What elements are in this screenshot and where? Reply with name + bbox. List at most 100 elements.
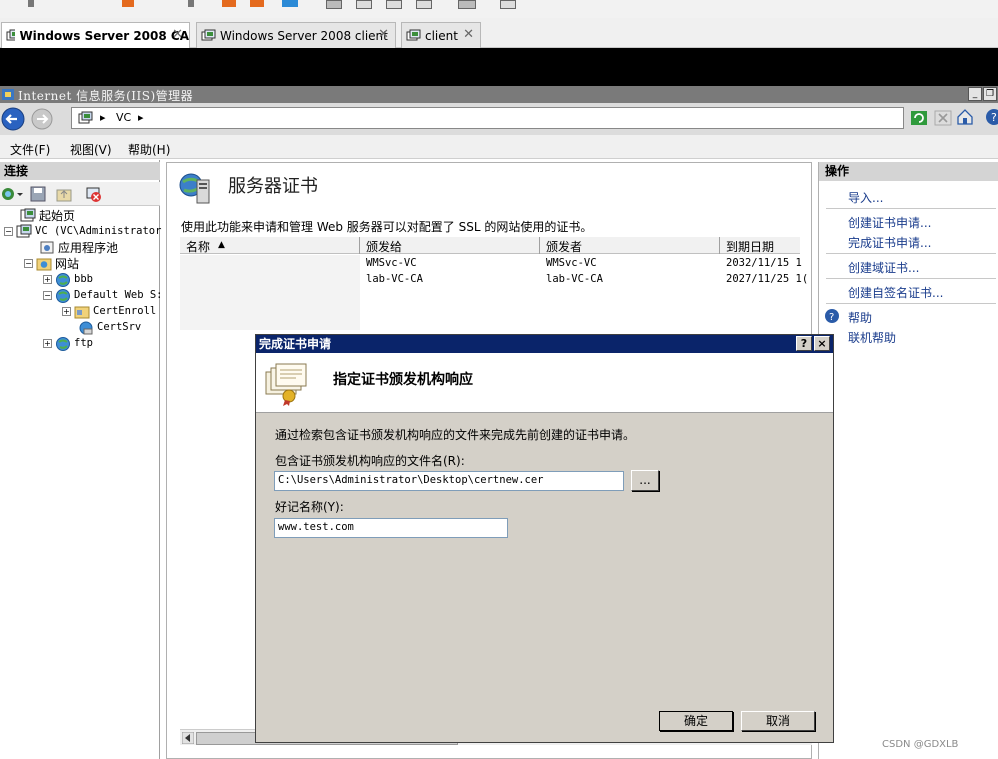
ok-button[interactable]: 确定: [659, 711, 733, 731]
host-pause-icon[interactable]: [122, 0, 134, 7]
breadcrumb-arrow-icon[interactable]: ▸: [138, 111, 144, 124]
iis-window-titlebar[interactable]: Internet 信息服务(IIS)管理器 _ ❐: [0, 86, 998, 103]
cancel-button[interactable]: 取消: [741, 711, 815, 731]
column-divider[interactable]: [719, 237, 720, 254]
action-help[interactable]: 帮助: [848, 309, 872, 326]
dialog-titlebar[interactable]: 完成证书申请: [256, 335, 833, 353]
host-fullscreen-icon[interactable]: [458, 0, 476, 9]
menu-help[interactable]: 帮助(H): [128, 141, 170, 158]
tree-label: CertEnroll: [93, 305, 157, 317]
vm-tab-label: Windows Server 2008 CA: [19, 29, 189, 43]
address-bar[interactable]: ▸ VC ▸: [71, 107, 904, 129]
sort-ascending-icon: ▲: [218, 240, 225, 250]
server-certificate-icon: [179, 173, 210, 204]
host-revert-icon[interactable]: [250, 0, 264, 7]
watermark: CSDN @GDXLB: [882, 739, 959, 750]
menu-file[interactable]: 文件(F): [10, 141, 50, 158]
vm-icon: [6, 29, 16, 41]
back-icon[interactable]: [0, 106, 26, 132]
tree-item-certsrv[interactable]: CertSrv: [78, 319, 141, 335]
tree-label: VC (VC\Administrator: [35, 225, 162, 237]
column-header-issued-to[interactable]: 颁发给: [366, 238, 402, 255]
help-icon[interactable]: ?: [824, 308, 840, 324]
host-snapshot-icon[interactable]: [222, 0, 236, 7]
refresh-icon[interactable]: [910, 109, 928, 127]
host-tool-icon[interactable]: [28, 0, 34, 7]
vm-tab-client-2008[interactable]: Windows Server 2008 client ✕: [196, 22, 396, 48]
website-globe-icon: [56, 336, 70, 351]
dialog-close-button[interactable]: ×: [814, 336, 830, 351]
tree-item-app-pools[interactable]: 应用程序池: [39, 239, 118, 255]
expand-icon[interactable]: +: [43, 338, 52, 348]
svg-text:?: ?: [991, 111, 997, 124]
collapse-icon[interactable]: −: [24, 258, 33, 268]
up-level-icon[interactable]: [56, 186, 72, 202]
host-console-icon[interactable]: [500, 0, 516, 9]
forward-icon[interactable]: [29, 107, 55, 131]
close-icon[interactable]: ✕: [172, 27, 183, 42]
grid-name-column: [180, 255, 360, 330]
restore-button[interactable]: ❐: [983, 87, 997, 101]
host-view-icon[interactable]: [326, 0, 342, 9]
host-manage-icon[interactable]: [282, 0, 298, 7]
app-pool-icon: [40, 241, 54, 253]
menu-view[interactable]: 视图(V): [70, 141, 112, 158]
tree-item-default-web-site[interactable]: − Default Web S:: [43, 287, 163, 303]
table-row[interactable]: lab-VC-CA lab-VC-CA 2027/11/25 1(: [360, 271, 808, 288]
expand-icon[interactable]: +: [62, 306, 71, 316]
stop-icon[interactable]: [934, 109, 952, 127]
cell-expiry: 2032/11/15 1: [726, 257, 802, 269]
vm-tab-ca[interactable]: Windows Server 2008 CA ✕: [1, 22, 190, 49]
help-icon[interactable]: ?: [984, 108, 998, 126]
browse-button[interactable]: ...: [631, 470, 659, 491]
action-create-certificate-request[interactable]: 创建证书申请...: [848, 214, 931, 231]
tree-label: CertSrv: [97, 321, 142, 333]
disconnect-icon[interactable]: [84, 185, 104, 203]
column-header-expiry[interactable]: 到期日期: [726, 238, 774, 255]
scroll-left-icon[interactable]: [182, 732, 194, 744]
breadcrumb-vc[interactable]: VC: [116, 111, 131, 124]
column-header-issuer[interactable]: 颁发者: [546, 238, 582, 255]
close-icon[interactable]: ✕: [378, 27, 389, 42]
action-create-domain-certificate[interactable]: 创建域证书...: [848, 259, 919, 276]
save-icon[interactable]: [30, 186, 46, 202]
action-create-self-signed-certificate[interactable]: 创建自签名证书...: [848, 284, 943, 301]
tree-item-site-bbb[interactable]: + bbb: [43, 271, 93, 287]
vm-icon: [201, 29, 216, 40]
home-icon[interactable]: [956, 108, 974, 126]
vm-tab-label: client: [425, 28, 458, 43]
tree-item-server[interactable]: − VC (VC\Administrator: [4, 223, 161, 239]
file-name-input[interactable]: C:\Users\Administrator\Desktop\certnew.c…: [274, 471, 624, 491]
column-header-name[interactable]: 名称: [186, 238, 210, 255]
tree-item-sites[interactable]: − 网站: [24, 255, 79, 271]
tree-item-start-page[interactable]: 起始页: [20, 207, 75, 223]
expand-icon[interactable]: +: [43, 274, 52, 284]
close-icon[interactable]: ✕: [463, 27, 474, 42]
collapse-icon[interactable]: −: [4, 226, 13, 236]
column-divider[interactable]: [539, 237, 540, 254]
vm-icon: [406, 29, 421, 40]
minimize-button[interactable]: _: [968, 87, 982, 101]
host-view-icon[interactable]: [356, 0, 372, 9]
tree-label: 网站: [55, 256, 80, 271]
table-row[interactable]: WMSvc-VC WMSvc-VC 2032/11/15 1: [360, 255, 802, 272]
host-arrow-icon[interactable]: [188, 0, 194, 7]
collapse-icon[interactable]: −: [43, 290, 52, 300]
action-online-help[interactable]: 联机帮助: [848, 329, 896, 346]
action-import[interactable]: 导入...: [848, 189, 883, 206]
connect-icon[interactable]: [1, 186, 25, 202]
tree-item-certenroll[interactable]: + CertEnroll: [62, 303, 156, 319]
friendly-name-input[interactable]: www.test.com: [274, 518, 508, 538]
cell-issuer: WMSvc-VC: [546, 257, 597, 269]
host-view-icon[interactable]: [386, 0, 402, 9]
tree-item-site-ftp[interactable]: + ftp: [43, 335, 93, 351]
column-divider[interactable]: [359, 237, 360, 254]
cell-issuer: lab-VC-CA: [546, 273, 603, 285]
tree-label: ftp: [74, 337, 93, 349]
certificate-icon: [265, 363, 307, 406]
action-complete-certificate-request[interactable]: 完成证书申请...: [848, 234, 931, 251]
start-page-icon: [20, 208, 36, 221]
dialog-help-button[interactable]: ?: [796, 336, 812, 351]
vm-tab-client[interactable]: client ✕: [401, 22, 481, 48]
host-view-icon[interactable]: [416, 0, 432, 9]
